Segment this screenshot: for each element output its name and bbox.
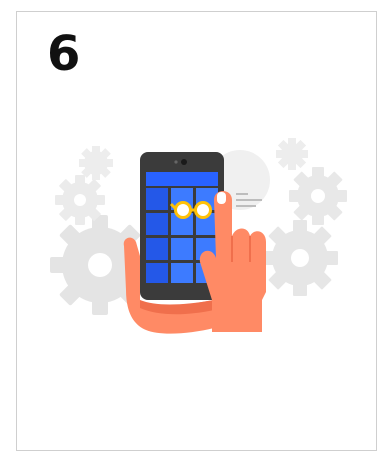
gear-icon [55,175,105,225]
gear-icon [262,220,338,296]
illustration [50,138,347,334]
screen-header [146,172,218,186]
gear-icon [276,138,308,170]
gear-icon [79,146,113,180]
gear-icon [289,167,347,225]
